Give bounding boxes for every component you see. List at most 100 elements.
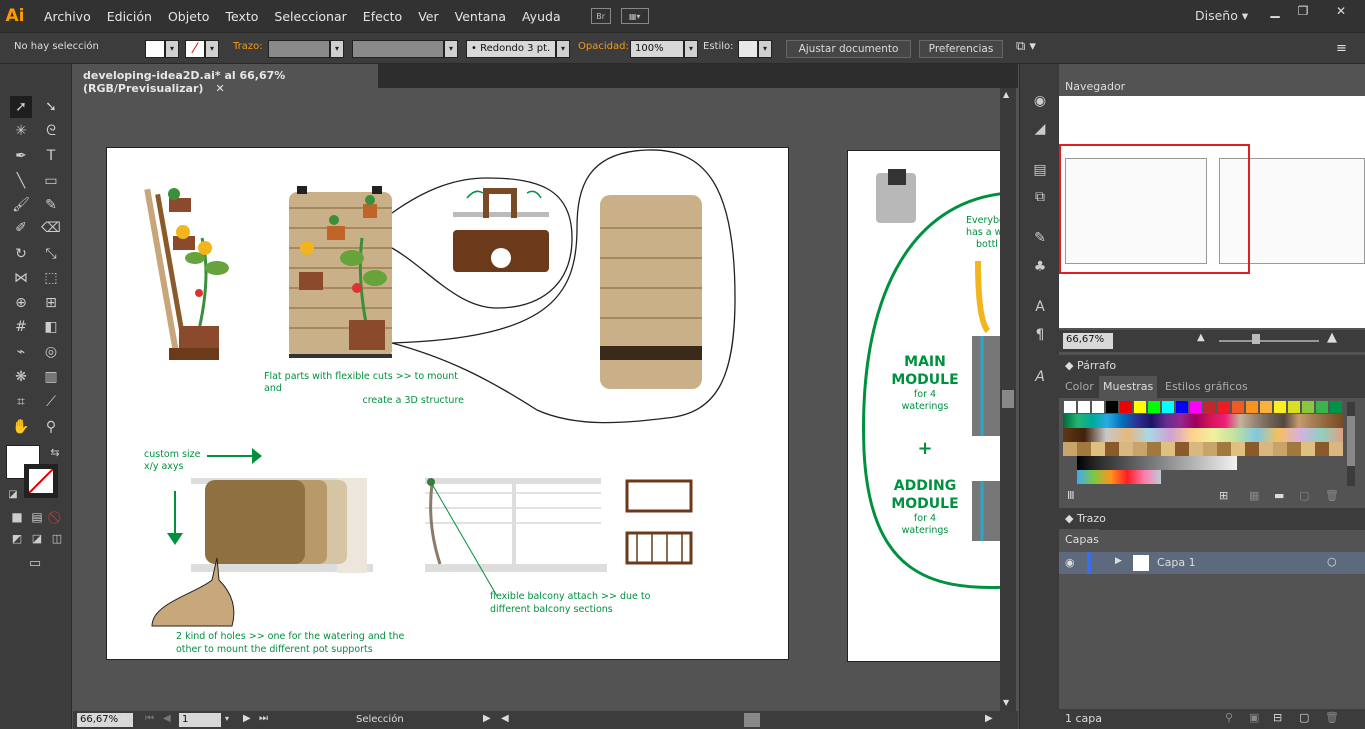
column-graph-tool-icon[interactable]: ▥ (40, 366, 62, 388)
screen-mode-icon[interactable]: ▭ (24, 553, 46, 575)
swatch-forest[interactable] (1329, 400, 1343, 414)
style-dropdown-icon[interactable]: ▾ (758, 40, 772, 58)
opentype-panel-icon[interactable]: A (1029, 366, 1051, 388)
paragraph-panel-header[interactable]: ◆ Párrafo (1059, 355, 1365, 377)
swatch-white[interactable] (1091, 400, 1105, 414)
clipping-mask-icon[interactable]: ▣ (1249, 711, 1259, 724)
pencil-tool-icon[interactable]: ✎ (40, 194, 62, 216)
stroke-dropdown-icon[interactable]: ▾ (205, 40, 219, 58)
stroke-weight-dropdown-icon[interactable]: ▾ (330, 40, 344, 58)
variable-width-dropdown-icon[interactable]: ▾ (444, 40, 458, 58)
swatches-grid[interactable] (1063, 400, 1355, 488)
bridge-button[interactable]: Br (590, 8, 611, 24)
rotate-tool-icon[interactable]: ↻ (10, 243, 32, 265)
paintbrush-tool-icon[interactable]: 🖌 (10, 194, 32, 216)
control-menu-icon[interactable]: ≡ (1336, 41, 1347, 56)
slice-tool-icon[interactable]: ⟋ (40, 391, 62, 413)
opacity-field[interactable]: 100% (630, 40, 684, 58)
artboard-1[interactable]: Flat parts with flexible cuts >> to moun… (106, 147, 789, 660)
stroke-label[interactable]: Trazo: (233, 41, 263, 52)
swatch-blue[interactable] (1175, 400, 1189, 414)
zoom-dropdown-icon[interactable]: ▾ (123, 714, 127, 723)
stroke-none-icon[interactable]: ⁄ (185, 40, 205, 58)
character-panel-icon[interactable]: A (1029, 296, 1051, 318)
swatches-scroll-thumb[interactable] (1347, 416, 1355, 466)
swatch-red[interactable] (1119, 400, 1133, 414)
vertical-scrollbar[interactable]: ▲ ▼ (1000, 88, 1016, 713)
swatch-leaf[interactable] (1315, 400, 1329, 414)
variable-width-field[interactable] (352, 40, 444, 58)
menu-ayuda[interactable]: Ayuda (514, 9, 569, 24)
scroll-right-icon[interactable]: ▶ (985, 713, 993, 724)
brush-dropdown-icon[interactable]: ▾ (556, 40, 570, 58)
artboard-dropdown-icon[interactable]: ▾ (225, 714, 229, 723)
draw-inside-icon[interactable]: ◫ (46, 528, 68, 550)
width-tool-icon[interactable]: ⋈ (10, 267, 32, 289)
paragraph-panel-icon[interactable]: ¶ (1029, 324, 1051, 346)
scroll-down-icon[interactable]: ▼ (1003, 698, 1009, 707)
status-text[interactable]: Selección (356, 714, 404, 725)
swatch-crimson[interactable] (1203, 400, 1217, 414)
status-menu-icon[interactable]: ▶ (483, 713, 491, 724)
swatch-red-orange[interactable] (1231, 400, 1245, 414)
prev-artboard-icon[interactable]: ◀ (163, 713, 171, 724)
style-swatch[interactable] (738, 40, 758, 58)
horizontal-scroll-thumb[interactable] (744, 713, 760, 727)
none-mode-icon[interactable]: ⃠ (46, 506, 68, 528)
selection-tool-icon[interactable]: ➚ (10, 96, 32, 118)
swatch-registration[interactable] (1077, 400, 1091, 414)
eyedropper-tool-icon[interactable]: ⌁ (10, 341, 32, 363)
align-options-icon[interactable]: ⧉ ▾ (1016, 39, 1036, 54)
preferences-button[interactable]: Preferencias (919, 40, 1003, 58)
brush-field[interactable]: • Redondo 3 pt. (466, 40, 556, 58)
blob-brush-tool-icon[interactable]: ✐ (10, 217, 32, 239)
minimize-icon[interactable]: ▁ (1263, 4, 1287, 22)
swatch-row-grays[interactable] (1077, 456, 1237, 470)
layers-tab[interactable]: Capas (1059, 529, 1099, 551)
new-swatch-icon[interactable]: ▢ (1299, 489, 1309, 502)
swatch-row-3[interactable] (1063, 428, 1343, 442)
shape-builder-tool-icon[interactable]: ⊕ (10, 292, 32, 314)
swatch-magenta[interactable] (1189, 400, 1203, 414)
artboard-number-field[interactable]: 1 (179, 713, 221, 727)
draw-behind-icon[interactable]: ◪ (26, 528, 48, 550)
mesh-tool-icon[interactable]: # (10, 316, 32, 338)
scroll-up-icon[interactable]: ▲ (1003, 90, 1009, 99)
swatch-cyan[interactable] (1161, 400, 1175, 414)
lasso-tool-icon[interactable]: ᘓ (40, 120, 62, 142)
swatch-lemon[interactable] (1273, 400, 1287, 414)
swatch-row-2[interactable] (1063, 414, 1343, 428)
stroke-panel-header[interactable]: ◆ Trazo (1059, 508, 1365, 530)
arrange-documents-icon[interactable]: ▦▾ (620, 8, 649, 24)
swatch-lime[interactable] (1287, 400, 1301, 414)
free-transform-tool-icon[interactable]: ⬚ (40, 267, 62, 289)
line-tool-icon[interactable]: ╲ (10, 170, 32, 192)
swatch-yellow[interactable] (1133, 400, 1147, 414)
new-sublayer-icon[interactable]: ⊟ (1273, 711, 1282, 724)
swap-colors-icon[interactable]: ⇆ (44, 442, 66, 464)
show-swatch-kinds-icon[interactable]: ⊞ (1219, 489, 1228, 502)
type-tool-icon[interactable]: T (40, 145, 62, 167)
tab-close-icon[interactable]: ✕ (215, 82, 224, 95)
hand-tool-icon[interactable]: ✋ (10, 416, 32, 438)
swatch-bright-red[interactable] (1217, 400, 1231, 414)
opacity-label[interactable]: Opacidad: (578, 41, 629, 52)
layer-row[interactable]: ◉ ▶ Capa 1 ○ (1059, 552, 1365, 574)
navigator-view-box[interactable] (1059, 144, 1250, 274)
stroke-weight-field[interactable] (268, 40, 330, 58)
restore-icon[interactable]: ❐ (1291, 4, 1315, 22)
swatch-options-icon[interactable]: ▦ (1249, 489, 1259, 502)
new-color-group-icon[interactable]: ▬ (1274, 489, 1284, 502)
vertical-scroll-thumb[interactable] (1002, 390, 1014, 408)
gradient-panel-icon[interactable]: ◢ (1029, 118, 1051, 140)
align-panel-icon[interactable]: ▤ (1029, 159, 1051, 181)
color-tab[interactable]: Color (1065, 380, 1094, 393)
fill-dropdown-icon[interactable]: ▾ (165, 40, 179, 58)
menu-texto[interactable]: Texto (217, 9, 266, 24)
menu-edicion[interactable]: Edición (99, 9, 160, 24)
layer-name[interactable]: Capa 1 (1157, 556, 1196, 569)
zoom-in-icon[interactable]: ▲ (1327, 330, 1337, 345)
symbols-panel-icon[interactable]: ♣ (1029, 256, 1051, 278)
swatch-libraries-icon[interactable]: Ⅲ (1067, 489, 1075, 502)
layer-target-icon[interactable]: ○ (1327, 555, 1337, 568)
